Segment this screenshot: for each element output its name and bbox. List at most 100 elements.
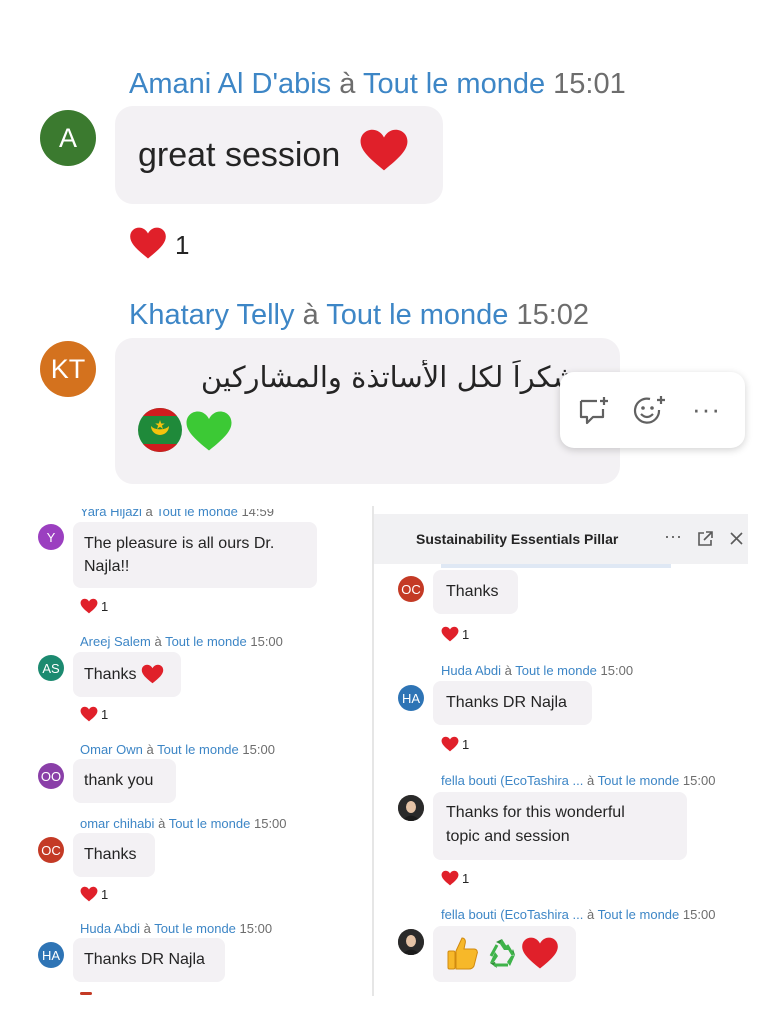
avatar[interactable]: AS <box>38 655 64 681</box>
recipient-name[interactable]: Tout le monde <box>598 907 680 922</box>
heart-reaction-icon <box>80 886 98 902</box>
avatar[interactable]: Y <box>38 524 64 550</box>
avatar-initials: A <box>58 122 77 153</box>
header-separator: à <box>158 816 166 831</box>
message-bubble[interactable]: Thanks for this wonderful topic and sess… <box>433 792 687 860</box>
reaction-summary[interactable]: 1 <box>129 224 189 261</box>
message-hover-toolbar: ··· <box>560 372 745 448</box>
close-icon[interactable] <box>729 531 744 546</box>
author-name[interactable]: fella bouti (EcoTashira ... <box>441 907 583 922</box>
message-text: topic and session <box>446 828 570 845</box>
message-text: Thanks <box>84 846 137 863</box>
reply-icon[interactable] <box>577 395 611 427</box>
heart-emoji-icon <box>141 664 164 684</box>
message-bubble[interactable]: شكراً لكل الأساتذة والمشاركين <box>115 338 620 484</box>
message-bubble[interactable]: Thanks <box>433 570 518 614</box>
more-options-icon[interactable]: ··· <box>664 526 682 547</box>
message-text: Thanks DR Najla <box>446 694 567 711</box>
pop-out-icon[interactable] <box>696 530 714 548</box>
reaction-summary[interactable]: 1 <box>441 626 469 642</box>
reaction-summary[interactable]: 1 <box>80 598 108 614</box>
message-header: Omar Own à Tout le monde 15:00 <box>80 742 275 757</box>
reaction-count: 1 <box>462 870 470 886</box>
more-options-icon[interactable]: ··· <box>692 394 721 425</box>
recipient-name[interactable]: Tout le monde <box>326 299 508 331</box>
message-bubble[interactable]: Thanks <box>73 833 155 877</box>
header-separator: à <box>504 663 512 678</box>
reaction-summary[interactable]: 1 <box>80 706 108 722</box>
message-header: Huda Abdi à Tout le monde 15:00 <box>441 663 633 678</box>
message-bubble[interactable]: Thanks <box>73 652 181 697</box>
reaction-count: 1 <box>101 886 109 902</box>
recipient-name[interactable]: Tout le monde <box>169 816 251 831</box>
author-name[interactable]: fella bouti (EcoTashira ... <box>441 773 583 788</box>
avatar[interactable] <box>398 929 424 955</box>
thumbs-up-emoji-icon <box>447 937 478 970</box>
reaction-count: 1 <box>462 626 470 642</box>
avatar-initials: HA <box>41 947 61 963</box>
avatar[interactable]: A <box>40 110 96 166</box>
scroll-clip <box>0 496 372 509</box>
avatar[interactable] <box>398 795 424 821</box>
reaction-summary[interactable]: 1 <box>80 886 108 902</box>
message-text: Thanks <box>84 666 137 683</box>
message-time: 15:00 <box>239 921 273 936</box>
author-name[interactable]: Amani Al D'abis <box>129 68 331 100</box>
header-separator: à <box>146 742 154 757</box>
reaction-summary[interactable]: 1 <box>441 870 469 886</box>
recipient-name[interactable]: Tout le monde <box>363 68 545 100</box>
message-time: 15:02 <box>516 299 590 331</box>
message-time: 15:00 <box>600 663 634 678</box>
profile-photo-icon <box>398 795 424 821</box>
heart-emoji-icon <box>522 937 558 969</box>
message-bubble[interactable]: Thanks DR Najla <box>73 938 225 982</box>
message-header: Areej Salem à Tout le monde 15:00 <box>80 634 283 649</box>
message-bubble[interactable]: Thanks DR Najla <box>433 681 592 725</box>
author-name[interactable]: Omar Own <box>80 742 143 757</box>
avatar-initials: OO <box>40 768 62 784</box>
avatar[interactable]: HA <box>38 942 64 968</box>
clipped-header <box>441 564 671 568</box>
avatar[interactable]: OC <box>398 576 424 602</box>
message-bubble[interactable]: great session <box>115 106 443 204</box>
reaction-count: 1 <box>462 736 470 752</box>
header-separator: à <box>586 907 595 922</box>
message-time: 15:00 <box>253 816 287 831</box>
avatar[interactable]: OO <box>38 763 64 789</box>
green-heart-emoji-icon <box>186 411 232 451</box>
heart-reaction-icon <box>441 870 459 886</box>
message-time: 15:00 <box>682 907 716 922</box>
avatar-initials: OC <box>401 581 421 597</box>
author-name[interactable]: Huda Abdi <box>80 921 140 936</box>
message-bubble[interactable]: thank you <box>73 759 176 803</box>
author-name[interactable]: Huda Abdi <box>441 663 501 678</box>
message-bubble[interactable]: The pleasure is all ours Dr. Najla!! <box>73 522 317 588</box>
header-separator: à <box>154 634 162 649</box>
author-name[interactable]: omar chihabi <box>80 816 154 831</box>
recipient-name[interactable]: Tout le monde <box>165 634 247 649</box>
panel-title: Sustainability Essentials Pillar <box>416 531 619 547</box>
header-separator: à <box>302 299 319 331</box>
message-bubble[interactable] <box>433 926 576 982</box>
author-name[interactable]: Khatary Telly <box>129 299 295 331</box>
recipient-name[interactable]: Tout le monde <box>515 663 597 678</box>
avatar-initials: Y <box>46 529 56 545</box>
heart-reaction-icon <box>80 706 98 722</box>
add-reaction-icon[interactable] <box>633 394 669 428</box>
next-avatar-partial <box>80 992 92 995</box>
author-name[interactable]: Areej Salem <box>80 634 151 649</box>
recipient-name[interactable]: Tout le monde <box>154 921 236 936</box>
message-time: 15:00 <box>682 773 716 788</box>
avatar-initials: KT <box>50 353 86 384</box>
message-text: Thanks <box>446 583 499 600</box>
message-text: Najla!! <box>84 558 130 575</box>
recipient-name[interactable]: Tout le monde <box>157 742 239 757</box>
reaction-summary[interactable]: 1 <box>441 736 469 752</box>
profile-photo-icon <box>398 929 424 955</box>
message-time: 15:00 <box>242 742 275 757</box>
avatar[interactable]: HA <box>398 685 424 711</box>
recipient-name[interactable]: Tout le monde <box>598 773 680 788</box>
message-time: 15:01 <box>553 68 626 100</box>
avatar[interactable]: KT <box>40 341 96 397</box>
avatar[interactable]: OC <box>38 837 64 863</box>
